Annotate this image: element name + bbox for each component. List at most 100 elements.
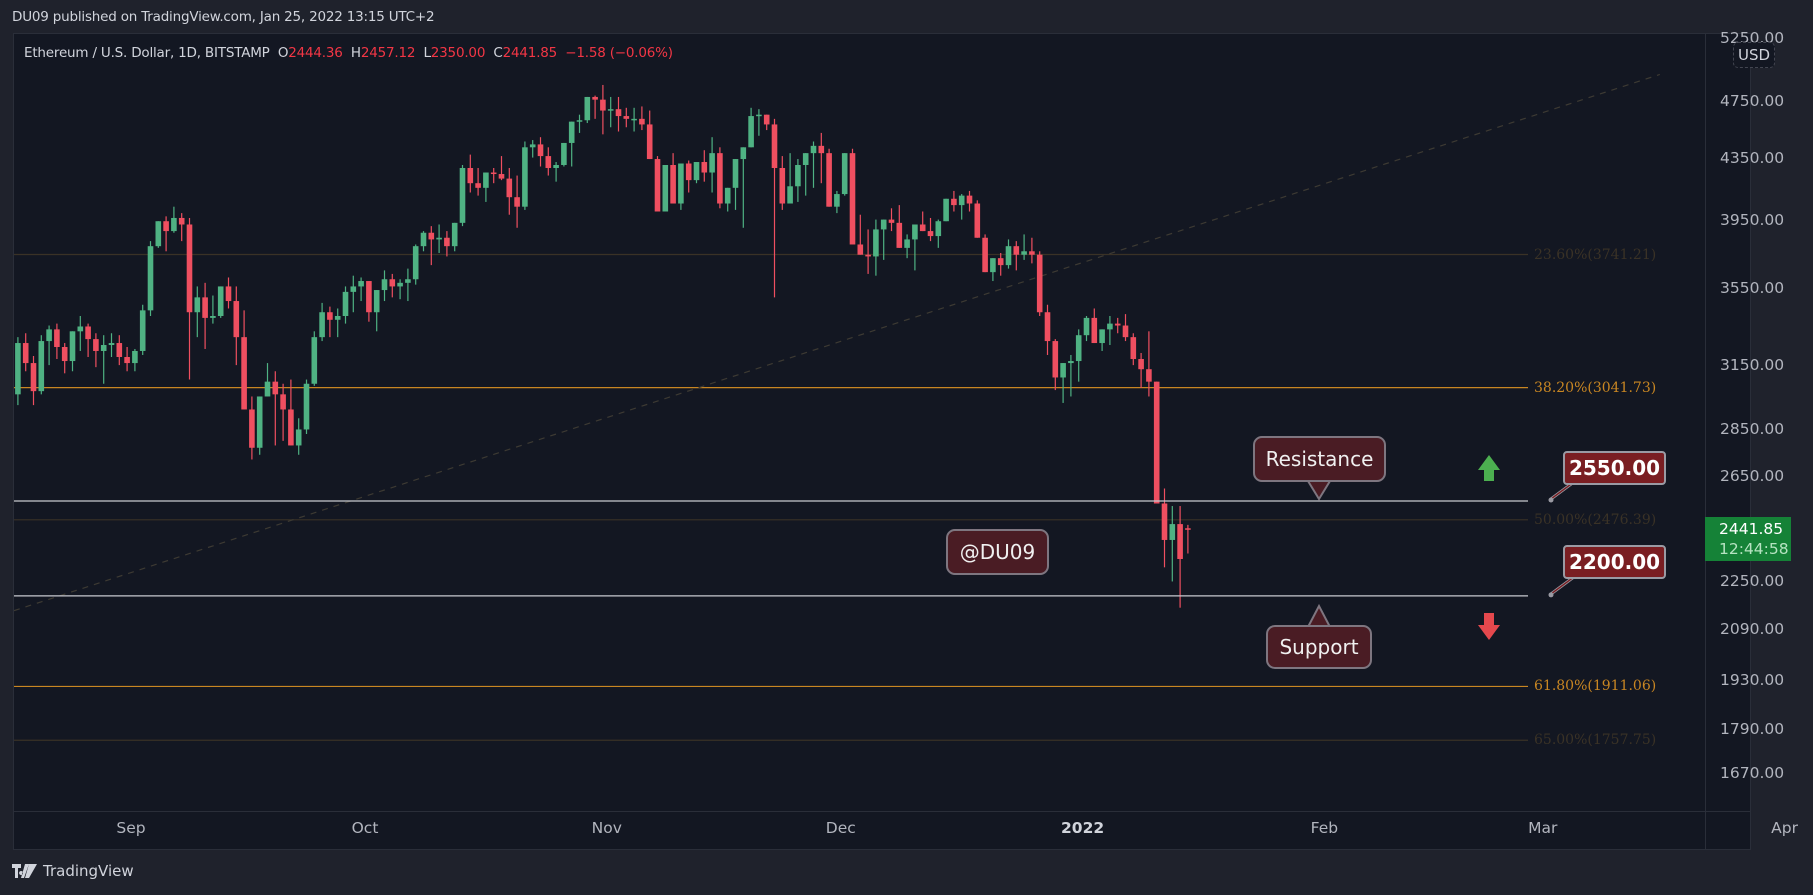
candle-body[interactable]: [483, 172, 489, 188]
candle-body[interactable]: [194, 297, 201, 313]
candle-body[interactable]: [849, 153, 856, 245]
candle-body[interactable]: [717, 153, 723, 204]
candle-body[interactable]: [670, 164, 676, 204]
candle-body[interactable]: [1044, 312, 1051, 342]
candle-body[interactable]: [77, 326, 84, 332]
candle-body[interactable]: [233, 301, 240, 338]
candle-body[interactable]: [810, 145, 817, 154]
resistance-price-label[interactable]: 2550.00: [1563, 451, 1666, 485]
candle-body[interactable]: [576, 120, 583, 122]
candle-body[interactable]: [779, 167, 786, 204]
candle-body[interactable]: [295, 429, 302, 446]
candle-body[interactable]: [186, 224, 193, 313]
candle-body[interactable]: [607, 109, 614, 111]
candle-body[interactable]: [1114, 323, 1121, 326]
support-callout[interactable]: Support: [1266, 625, 1372, 669]
candle-body[interactable]: [490, 172, 497, 175]
candle-body[interactable]: [693, 162, 700, 181]
candle-body[interactable]: [826, 153, 832, 207]
candle-body[interactable]: [537, 144, 544, 157]
candle-body[interactable]: [163, 221, 169, 232]
candle-body[interactable]: [709, 153, 715, 173]
candle-body[interactable]: [459, 167, 466, 223]
candle-body[interactable]: [100, 345, 107, 351]
candle-body[interactable]: [210, 315, 216, 318]
candle-body[interactable]: [116, 343, 123, 357]
candle-body[interactable]: [756, 114, 762, 117]
candle-body[interactable]: [888, 219, 895, 223]
candle-body[interactable]: [108, 343, 115, 346]
candle-body[interactable]: [771, 124, 778, 168]
candle-body[interactable]: [997, 258, 1004, 266]
candle-body[interactable]: [46, 329, 52, 342]
candle-body[interactable]: [225, 286, 232, 302]
price-chart[interactable]: [0, 0, 1813, 895]
candle-body[interactable]: [740, 147, 747, 160]
candle-body[interactable]: [1122, 325, 1129, 338]
candle-body[interactable]: [818, 145, 825, 154]
candle-body[interactable]: [311, 337, 318, 384]
candle-body[interactable]: [334, 315, 341, 320]
candle-body[interactable]: [724, 187, 731, 204]
candle-body[interactable]: [54, 329, 60, 347]
candle-body[interactable]: [873, 229, 879, 257]
candle-body[interactable]: [584, 96, 591, 121]
candle-body[interactable]: [514, 197, 520, 207]
candle-body[interactable]: [919, 224, 926, 232]
candle-body[interactable]: [366, 281, 372, 313]
candle-body[interactable]: [272, 381, 279, 395]
candle-body[interactable]: [506, 178, 513, 198]
candle-body[interactable]: [912, 224, 918, 240]
candle-body[interactable]: [654, 159, 661, 212]
candle-body[interactable]: [568, 121, 575, 143]
candle-body[interactable]: [943, 198, 949, 222]
candle-body[interactable]: [841, 153, 848, 195]
candle-body[interactable]: [202, 297, 208, 318]
candle-body[interactable]: [802, 153, 809, 165]
candle-body[interactable]: [358, 281, 364, 287]
candle-body[interactable]: [857, 244, 864, 255]
candle-body[interactable]: [1130, 337, 1137, 360]
candle-body[interactable]: [155, 221, 162, 247]
candle-body[interactable]: [974, 203, 981, 238]
candle-body[interactable]: [498, 174, 505, 179]
candle-body[interactable]: [69, 331, 76, 362]
candle-body[interactable]: [93, 339, 99, 351]
candle-body[interactable]: [631, 118, 637, 121]
candle-body[interactable]: [834, 194, 840, 207]
candle-body[interactable]: [303, 383, 310, 430]
candle-body[interactable]: [256, 396, 263, 448]
candle-body[interactable]: [685, 163, 692, 181]
candle-body[interactable]: [763, 114, 770, 125]
candle-body[interactable]: [147, 246, 154, 311]
candle-body[interactable]: [444, 237, 450, 247]
author-watermark[interactable]: @DU09: [946, 529, 1049, 575]
candle-body[interactable]: [451, 222, 458, 247]
candle-body[interactable]: [545, 156, 552, 168]
candle-body[interactable]: [935, 221, 942, 237]
candle-body[interactable]: [467, 167, 474, 184]
support-price-label[interactable]: 2200.00: [1563, 545, 1666, 579]
candle-body[interactable]: [615, 109, 622, 117]
candle-body[interactable]: [553, 164, 559, 168]
candle-body[interactable]: [951, 198, 957, 206]
candle-body[interactable]: [662, 164, 669, 212]
candle-body[interactable]: [880, 219, 887, 230]
candle-body[interactable]: [342, 291, 349, 316]
candle-body[interactable]: [1021, 251, 1027, 255]
candle-body[interactable]: [1083, 317, 1090, 336]
candle-body[interactable]: [701, 162, 708, 173]
candle-body[interactable]: [748, 116, 754, 148]
candle-body[interactable]: [896, 222, 903, 248]
candle-body[interactable]: [1177, 524, 1183, 559]
candle-body[interactable]: [1138, 359, 1144, 370]
candle-body[interactable]: [1091, 317, 1098, 344]
candle-body[interactable]: [475, 183, 481, 188]
tradingview-footer[interactable]: TradingView: [12, 862, 134, 880]
candle-body[interactable]: [1153, 381, 1160, 504]
candle-body[interactable]: [436, 237, 442, 240]
candle-body[interactable]: [592, 96, 598, 100]
candle-body[interactable]: [1029, 251, 1035, 255]
candle-body[interactable]: [30, 363, 37, 392]
candle-body[interactable]: [865, 254, 871, 257]
